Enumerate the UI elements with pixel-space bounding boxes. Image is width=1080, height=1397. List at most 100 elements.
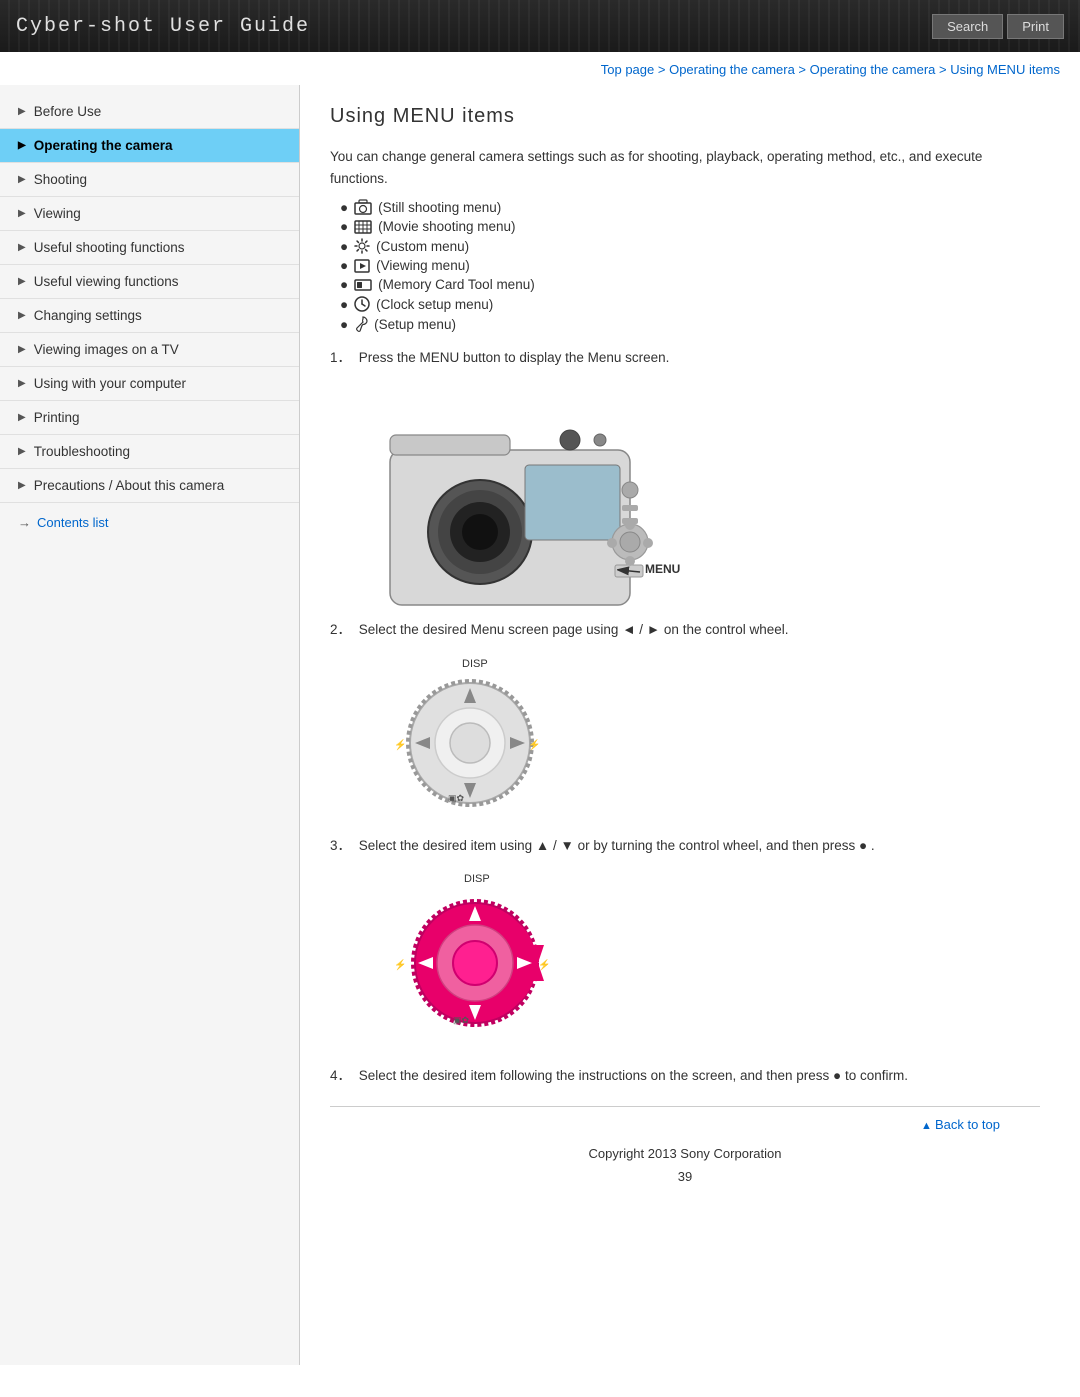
sidebar-item-label: Using with your computer — [34, 376, 186, 391]
list-item: ● (Viewing menu) — [340, 258, 1040, 273]
sidebar-item-label: Before Use — [34, 104, 102, 119]
bullet: ● — [340, 317, 348, 332]
breadcrumb-item2[interactable]: Operating the camera — [810, 62, 936, 77]
sidebar-item-viewing-tv[interactable]: ▶ Viewing images on a TV — [0, 333, 299, 367]
sidebar-item-precautions[interactable]: ▶ Precautions / About this camera — [0, 469, 299, 503]
svg-text:DISP: DISP — [462, 658, 488, 670]
list-item: ● (Movie shooting menu) — [340, 219, 1040, 234]
movie-icon — [354, 220, 372, 234]
search-button[interactable]: Search — [932, 14, 1003, 39]
wheel-diagram-plain: DISP ⚡ ⚡ ▣✿ — [380, 653, 1040, 816]
arrow-icon: ▶ — [18, 310, 26, 321]
arrow-icon: ▶ — [18, 140, 26, 151]
arrow-icon: ▶ — [18, 480, 26, 491]
page-layout: ▶ Before Use ▶ Operating the camera ▶ Sh… — [0, 85, 1080, 1365]
sidebar-item-useful-shooting[interactable]: ▶ Useful shooting functions — [0, 231, 299, 265]
header: Cyber-shot User Guide Search Print — [0, 0, 1080, 52]
breadcrumb-sep1: > — [654, 62, 669, 77]
list-item: ● (Still shooting menu) — [340, 199, 1040, 215]
menu-list: ● (Still shooting menu) ● (Movie shootin… — [330, 199, 1040, 332]
sidebar: ▶ Before Use ▶ Operating the camera ▶ Sh… — [0, 85, 300, 1365]
arrow-icon: ▶ — [18, 208, 26, 219]
sidebar-item-viewing[interactable]: ▶ Viewing — [0, 197, 299, 231]
contents-list-text[interactable]: Contents list — [37, 515, 109, 530]
arrow-icon: ▶ — [18, 276, 26, 287]
sidebar-item-label: Troubleshooting — [34, 444, 130, 459]
arrow-icon: ▶ — [18, 174, 26, 185]
bullet: ● — [340, 297, 348, 312]
card-icon — [354, 278, 372, 292]
svg-text:MENU: MENU — [645, 562, 680, 576]
bullet: ● — [340, 200, 348, 215]
wrench-icon — [354, 316, 368, 332]
sidebar-item-useful-viewing[interactable]: ▶ Useful viewing functions — [0, 265, 299, 299]
breadcrumb-sep3: > — [935, 62, 950, 77]
menu-item-text: (Clock setup menu) — [376, 297, 493, 312]
menu-item-text: (Memory Card Tool menu) — [378, 277, 535, 292]
menu-item-text: (Movie shooting menu) — [378, 219, 515, 234]
app-title: Cyber-shot User Guide — [16, 15, 310, 38]
camera-diagram: MENU — [330, 380, 710, 620]
sidebar-item-label: Viewing images on a TV — [34, 342, 179, 357]
main-content: Using MENU items You can change general … — [300, 85, 1080, 1365]
play-icon — [354, 259, 370, 273]
sidebar-item-label: Useful shooting functions — [34, 240, 185, 255]
sidebar-item-label: Viewing — [34, 206, 81, 221]
step-number: 1． — [330, 350, 351, 365]
clock-icon — [354, 296, 370, 312]
sidebar-item-label: Precautions / About this camera — [34, 478, 225, 493]
page-title: Using MENU items — [330, 105, 1040, 128]
svg-text:⚡: ⚡ — [528, 738, 540, 751]
breadcrumb-top[interactable]: Top page — [601, 62, 655, 77]
wheel-diagram-pink: DISP ⚡ ⚡ ▣✿ — [380, 868, 1040, 1046]
list-item: ● (Clock setup menu) — [340, 296, 1040, 312]
menu-item-text: (Viewing menu) — [376, 258, 470, 273]
svg-text:⚡: ⚡ — [394, 738, 406, 751]
print-button[interactable]: Print — [1007, 14, 1064, 39]
step-2-text: 2． Select the desired Menu screen page u… — [330, 620, 1040, 640]
arrow-right-icon: → — [18, 515, 31, 530]
sidebar-item-shooting[interactable]: ▶ Shooting — [0, 163, 299, 197]
bullet: ● — [340, 239, 348, 254]
arrow-icon: ▶ — [18, 344, 26, 355]
svg-text:DISP: DISP — [464, 873, 490, 885]
svg-text:▣✿: ▣✿ — [448, 793, 465, 803]
step-1-text: 1． Press the MENU button to display the … — [330, 348, 1040, 368]
arrow-icon: ▶ — [18, 412, 26, 423]
sidebar-item-operating[interactable]: ▶ Operating the camera — [0, 129, 299, 163]
step-4-text: 4． Select the desired item following the… — [330, 1066, 1040, 1086]
page-number: 39 — [330, 1165, 1040, 1194]
arrow-icon: ▶ — [18, 106, 26, 117]
arrow-icon: ▶ — [18, 378, 26, 389]
step-number: 4． — [330, 1068, 351, 1083]
sidebar-item-printing[interactable]: ▶ Printing — [0, 401, 299, 435]
sidebar-item-label: Useful viewing functions — [34, 274, 179, 289]
gear-icon — [354, 238, 370, 254]
menu-item-text: (Setup menu) — [374, 317, 456, 332]
svg-text:⚡: ⚡ — [394, 958, 406, 971]
breadcrumb-item3[interactable]: Using MENU items — [950, 62, 1060, 77]
breadcrumb-item1[interactable]: Operating the camera — [669, 62, 795, 77]
back-to-top-link[interactable]: Back to top — [921, 1117, 1000, 1132]
intro-text: You can change general camera settings s… — [330, 146, 1040, 189]
footer-nav: Back to top — [330, 1106, 1040, 1138]
sidebar-item-label: Shooting — [34, 172, 87, 187]
step-3-text: 3． Select the desired item using ▲ / ▼ o… — [330, 836, 1040, 856]
step-number: 2． — [330, 622, 351, 637]
header-buttons: Search Print — [932, 14, 1064, 39]
step-number: 3． — [330, 838, 351, 853]
list-item: ● (Setup menu) — [340, 316, 1040, 332]
svg-text:▣✿: ▣✿ — [453, 1015, 470, 1025]
sidebar-item-before-use[interactable]: ▶ Before Use — [0, 95, 299, 129]
contents-list-link[interactable]: → Contents list — [0, 503, 299, 536]
sidebar-item-troubleshooting[interactable]: ▶ Troubleshooting — [0, 435, 299, 469]
svg-text:⚡: ⚡ — [538, 958, 550, 971]
footer-copyright: Copyright 2013 Sony Corporation — [330, 1138, 1040, 1165]
sidebar-item-changing-settings[interactable]: ▶ Changing settings — [0, 299, 299, 333]
arrow-icon: ▶ — [18, 242, 26, 253]
list-item: ● (Memory Card Tool menu) — [340, 277, 1040, 292]
sidebar-item-computer[interactable]: ▶ Using with your computer — [0, 367, 299, 401]
menu-item-text: (Still shooting menu) — [378, 200, 501, 215]
bullet: ● — [340, 277, 348, 292]
sidebar-item-label: Changing settings — [34, 308, 142, 323]
